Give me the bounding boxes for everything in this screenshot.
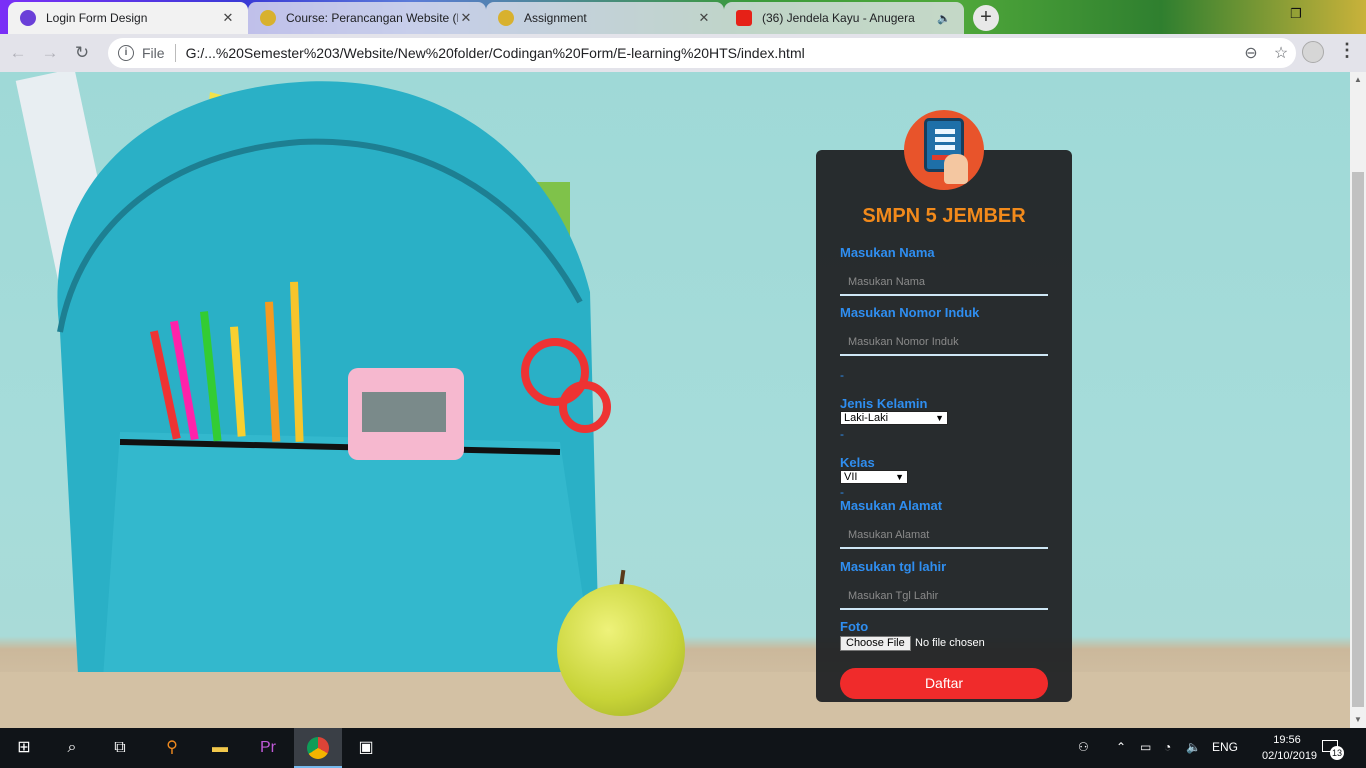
divider (174, 44, 176, 62)
tab-youtube[interactable]: (36) Jendela Kayu - Anugera 🔈 (724, 2, 964, 34)
info-icon[interactable]: i (118, 45, 134, 61)
clock-date: 02/10/2019 (1262, 750, 1318, 762)
address-bar[interactable]: i File G:/...%20Semester%203/Website/New… (108, 38, 1296, 68)
no-file-text: No file chosen (915, 637, 985, 649)
daftar-button[interactable]: Daftar (840, 668, 1048, 699)
forward-button[interactable]: → (36, 39, 64, 67)
moodle-icon (260, 10, 276, 26)
zoom-icon[interactable]: ⊖ (1236, 43, 1266, 63)
page-scrollbar[interactable]: ▲ ▼ (1350, 72, 1366, 728)
dob-label: Masukan tgl lahir (840, 559, 947, 574)
school-title: SMPN 5 JEMBER (862, 205, 1026, 227)
volume-icon[interactable]: 🔈 (1186, 740, 1201, 754)
class-selected: VII (844, 471, 858, 483)
people-icon[interactable]: ⚇ (1078, 740, 1089, 754)
separator-dash: - (840, 427, 844, 441)
hand-icon (944, 154, 968, 184)
class-select[interactable]: VII ▼ (840, 470, 908, 484)
restore-window-icon[interactable]: ❐ (1286, 6, 1306, 26)
moodle-icon (498, 10, 514, 26)
search-icon[interactable]: ⌕ (48, 728, 96, 768)
tray-expand-icon[interactable]: ⌃ (1116, 740, 1126, 754)
register-logo (904, 110, 984, 190)
tab-login-form-design[interactable]: Login Form Design ✕ (8, 2, 248, 34)
apple-image (557, 584, 685, 716)
search-app-icon[interactable]: ⚲ (148, 728, 196, 768)
tab-strip: Login Form Design ✕ Course: Perancangan … (0, 0, 1366, 34)
chrome-icon[interactable] (294, 728, 342, 768)
gender-selected: Laki-Laki (844, 412, 889, 424)
app-window-icon[interactable]: ▣ (342, 728, 390, 768)
audio-icon: 🔈 (937, 12, 951, 25)
tab-assignment[interactable]: Assignment ✕ (486, 2, 724, 34)
reload-button[interactable]: ↻ (68, 39, 96, 67)
photo-label: Foto (840, 619, 869, 634)
page-viewport (0, 72, 1350, 728)
tab-title: Login Form Design (46, 11, 148, 25)
url-text[interactable]: G:/...%20Semester%203/Website/New%20fold… (186, 45, 1236, 61)
profile-avatar[interactable] (1302, 41, 1324, 63)
tab-title: (36) Jendela Kayu - Anugera (762, 11, 915, 25)
scroll-thumb[interactable] (1352, 172, 1364, 707)
windows-start-icon[interactable]: ⊞ (0, 728, 48, 768)
choose-file-button[interactable]: Choose File (840, 636, 911, 651)
name-input[interactable] (840, 270, 1048, 296)
dropdown-arrow-icon: ▼ (935, 413, 944, 423)
notification-center-icon[interactable]: 13 (1322, 738, 1344, 760)
address-input[interactable] (840, 523, 1048, 549)
browser-toolbar: ← → ↻ i File G:/...%20Semester%203/Websi… (0, 34, 1366, 72)
separator-dash: - (840, 368, 844, 382)
gender-select[interactable]: Laki-Laki ▼ (840, 411, 948, 425)
clock-time: 19:56 (1273, 734, 1301, 746)
back-button[interactable]: ← (4, 39, 32, 67)
scheme-label: File (142, 45, 165, 61)
premiere-pro-icon[interactable]: Pr (244, 728, 292, 768)
name-label: Masukan Nama (840, 245, 935, 260)
youtube-icon (736, 10, 752, 26)
star-icon[interactable]: ☆ (1266, 43, 1296, 63)
gender-label: Jenis Kelamin (840, 396, 928, 411)
dropdown-arrow-icon: ▼ (895, 472, 904, 482)
task-view-icon[interactable]: ⧉ (96, 728, 144, 768)
windows-taskbar: ⊞ ⌕ ⧉ ⚲ ▬ Pr ▣ ⚇ ⌃ ▭ ◔ 🔈 ENG 19:56 02/10… (0, 728, 1366, 768)
class-label: Kelas (840, 455, 875, 470)
close-tab-icon[interactable]: ✕ (696, 10, 712, 26)
wifi-icon[interactable]: ◔ (1164, 740, 1171, 754)
globe-icon (20, 10, 36, 26)
clock[interactable]: 19:56 02/10/2019 (1262, 732, 1318, 764)
tab-title: Assignment (524, 11, 587, 25)
tab-course[interactable]: Course: Perancangan Website (E ✕ (248, 2, 486, 34)
dob-input[interactable] (840, 584, 1048, 610)
language-indicator[interactable]: ENG (1212, 740, 1238, 754)
separator-dash: - (840, 485, 844, 499)
close-tab-icon[interactable]: ✕ (458, 10, 474, 26)
nis-label: Masukan Nomor Induk (840, 305, 980, 320)
tab-title: Course: Perancangan Website (E (286, 11, 458, 25)
notification-count: 13 (1330, 746, 1344, 760)
nis-input[interactable] (840, 330, 1048, 356)
battery-icon[interactable]: ▭ (1140, 740, 1151, 754)
new-tab-button[interactable]: + (973, 5, 999, 31)
scroll-down-icon[interactable]: ▼ (1350, 712, 1366, 728)
close-tab-icon[interactable]: ✕ (220, 10, 236, 26)
menu-icon[interactable]: ⋮ (1338, 40, 1356, 61)
scroll-up-icon[interactable]: ▲ (1350, 72, 1366, 88)
file-explorer-icon[interactable]: ▬ (196, 728, 244, 768)
address-label: Masukan Alamat (840, 498, 943, 513)
